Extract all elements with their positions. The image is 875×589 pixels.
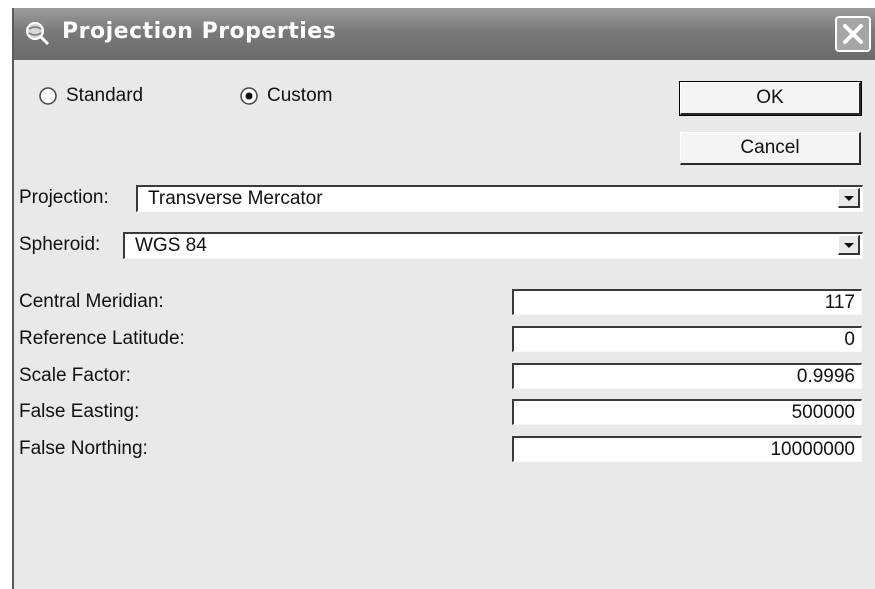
reference-latitude-field[interactable]: 0 (512, 326, 862, 352)
scale-factor-label: Scale Factor: (19, 365, 131, 386)
false-easting-label: False Easting: (19, 401, 140, 422)
radio-standard[interactable] (38, 86, 58, 106)
cancel-button[interactable]: Cancel (680, 132, 861, 165)
spheroid-dropdown-button[interactable] (838, 235, 860, 255)
projection-properties-dialog: Projection Properties Standard Custom OK… (12, 8, 875, 589)
close-button[interactable] (835, 16, 871, 52)
close-icon (843, 24, 863, 44)
scale-factor-field[interactable]: 0.9996 (512, 363, 862, 389)
chevron-down-icon (844, 243, 854, 248)
false-easting-field[interactable]: 500000 (512, 399, 862, 425)
radio-standard-label[interactable]: Standard (66, 85, 143, 107)
globe-magnifier-icon (26, 22, 50, 46)
false-northing-label: False Northing: (19, 438, 148, 459)
central-meridian-field[interactable]: 117 (512, 289, 862, 315)
central-meridian-label: Central Meridian: (19, 291, 164, 312)
chevron-down-icon (844, 196, 854, 201)
reference-latitude-label: Reference Latitude: (19, 328, 185, 349)
projection-value: Transverse Mercator (148, 188, 323, 209)
projection-select[interactable]: Transverse Mercator (136, 185, 863, 212)
spheroid-label: Spheroid: (19, 234, 101, 255)
radio-custom-label[interactable]: Custom (267, 85, 332, 107)
spheroid-select[interactable]: WGS 84 (123, 232, 863, 259)
false-northing-field[interactable]: 10000000 (512, 436, 862, 462)
projection-dropdown-button[interactable] (838, 188, 860, 208)
title-bar[interactable]: Projection Properties (14, 8, 875, 60)
dialog-title: Projection Properties (62, 19, 337, 44)
projection-label: Projection: (19, 187, 109, 208)
ok-button[interactable]: OK (679, 81, 862, 116)
spheroid-value: WGS 84 (135, 235, 207, 256)
radio-custom[interactable] (239, 86, 259, 106)
